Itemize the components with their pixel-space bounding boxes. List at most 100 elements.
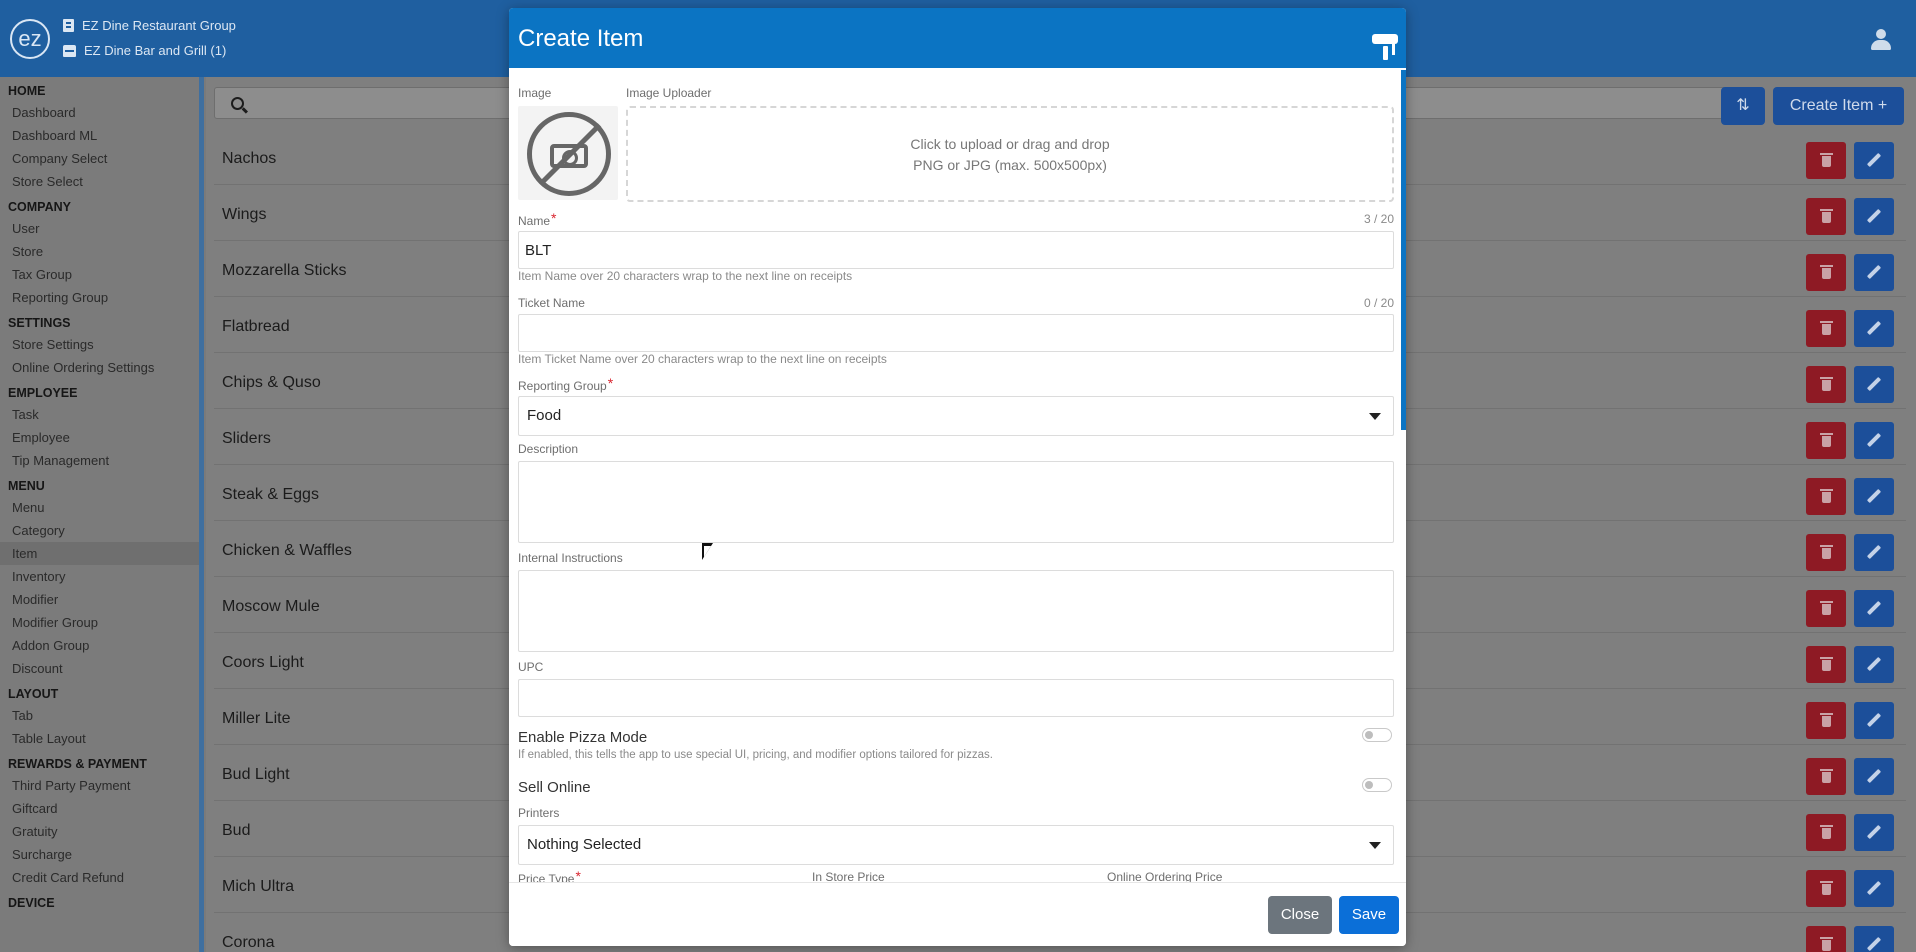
sidebar-item-table-layout[interactable]: Table Layout bbox=[0, 727, 200, 750]
edit-button[interactable] bbox=[1854, 758, 1894, 795]
delete-button[interactable] bbox=[1806, 758, 1846, 795]
sidebar-item-item[interactable]: Item bbox=[0, 542, 200, 565]
edit-button[interactable] bbox=[1854, 870, 1894, 907]
delete-button[interactable] bbox=[1806, 814, 1846, 851]
sidebar-item-tip-management[interactable]: Tip Management bbox=[0, 449, 200, 472]
org-selector[interactable]: EZ Dine Restaurant Group bbox=[63, 18, 236, 33]
delete-button[interactable] bbox=[1806, 254, 1846, 291]
edit-button[interactable] bbox=[1854, 702, 1894, 739]
sidebar-item-tax-group[interactable]: Tax Group bbox=[0, 263, 200, 286]
building-icon bbox=[63, 19, 74, 32]
upc-input[interactable] bbox=[518, 679, 1394, 717]
sidebar-item-task[interactable]: Task bbox=[0, 403, 200, 426]
sidebar-item-dashboard-ml[interactable]: Dashboard ML bbox=[0, 124, 200, 147]
sidebar-item-user[interactable]: User bbox=[0, 217, 200, 240]
delete-button[interactable] bbox=[1806, 366, 1846, 403]
edit-button[interactable] bbox=[1854, 142, 1894, 179]
internal-instructions-textarea[interactable] bbox=[518, 570, 1394, 652]
ez-logo[interactable]: ez bbox=[10, 19, 50, 59]
edit-button[interactable] bbox=[1854, 814, 1894, 851]
sidebar-item-menu[interactable]: Menu bbox=[0, 496, 200, 519]
sidebar-item-discount[interactable]: Discount bbox=[0, 657, 200, 680]
uploader-instructions: Click to upload or drag and drop bbox=[910, 136, 1110, 152]
edit-button[interactable] bbox=[1854, 422, 1894, 459]
sidebar-item-store-settings[interactable]: Store Settings bbox=[0, 333, 200, 356]
required-mark: * bbox=[575, 868, 581, 882]
caret-down-icon bbox=[1369, 413, 1381, 420]
edit-button[interactable] bbox=[1854, 366, 1894, 403]
edit-button[interactable] bbox=[1854, 590, 1894, 627]
delete-button[interactable] bbox=[1806, 926, 1846, 952]
pizza-mode-hint: If enabled, this tells the app to use sp… bbox=[518, 749, 993, 761]
delete-button[interactable] bbox=[1806, 590, 1846, 627]
required-mark: * bbox=[551, 210, 557, 226]
name-hint: Item Name over 20 characters wrap to the… bbox=[518, 269, 853, 283]
sidebar-item-modifier[interactable]: Modifier bbox=[0, 588, 200, 611]
edit-button[interactable] bbox=[1854, 534, 1894, 571]
sidebar-item-category[interactable]: Category bbox=[0, 519, 200, 542]
trash-icon bbox=[1820, 545, 1833, 559]
edit-button[interactable] bbox=[1854, 478, 1894, 515]
delete-button[interactable] bbox=[1806, 702, 1846, 739]
sidebar-item-addon-group[interactable]: Addon Group bbox=[0, 634, 200, 657]
trash-icon bbox=[1820, 209, 1833, 223]
ticket-name-input[interactable] bbox=[518, 314, 1394, 352]
printers-select[interactable]: Nothing Selected bbox=[518, 825, 1394, 865]
name-label: Name* bbox=[518, 210, 557, 228]
sidebar-section-title: REWARDS & PAYMENT bbox=[8, 757, 147, 771]
item-name: Mozzarella Sticks bbox=[222, 262, 347, 279]
user-icon[interactable] bbox=[1870, 29, 1892, 51]
sidebar-item-dashboard[interactable]: Dashboard bbox=[0, 101, 200, 124]
sidebar-item-third-party-payment[interactable]: Third Party Payment bbox=[0, 774, 200, 797]
pencil-icon bbox=[1866, 712, 1882, 728]
close-button[interactable]: Close bbox=[1268, 896, 1332, 934]
org-name: EZ Dine Restaurant Group bbox=[82, 18, 236, 33]
uploader-label: Image Uploader bbox=[626, 86, 712, 100]
image-uploader-dropzone[interactable]: Click to upload or drag and drop PNG or … bbox=[626, 106, 1394, 202]
delete-button[interactable] bbox=[1806, 142, 1846, 179]
sidebar-item-tab[interactable]: Tab bbox=[0, 704, 200, 727]
sidebar-scrollbar[interactable] bbox=[199, 77, 204, 952]
sidebar-item-employee[interactable]: Employee bbox=[0, 426, 200, 449]
trash-icon bbox=[1820, 937, 1833, 951]
name-input[interactable]: BLT bbox=[518, 231, 1394, 269]
edit-button[interactable] bbox=[1854, 254, 1894, 291]
paint-roller-icon[interactable] bbox=[1372, 34, 1400, 60]
pencil-icon bbox=[1866, 824, 1882, 840]
sidebar-item-store-select[interactable]: Store Select bbox=[0, 170, 200, 193]
sell-online-toggle[interactable] bbox=[1362, 778, 1392, 792]
sidebar-item-giftcard[interactable]: Giftcard bbox=[0, 797, 200, 820]
delete-button[interactable] bbox=[1806, 534, 1846, 571]
edit-button[interactable] bbox=[1854, 926, 1894, 952]
edit-button[interactable] bbox=[1854, 310, 1894, 347]
sidebar-item-modifier-group[interactable]: Modifier Group bbox=[0, 611, 200, 634]
description-textarea[interactable] bbox=[518, 461, 1394, 543]
pizza-mode-toggle[interactable] bbox=[1362, 728, 1392, 742]
edit-button[interactable] bbox=[1854, 646, 1894, 683]
delete-button[interactable] bbox=[1806, 646, 1846, 683]
modal-scrollbar[interactable] bbox=[1401, 70, 1406, 430]
sidebar-item-credit-card-refund[interactable]: Credit Card Refund bbox=[0, 866, 200, 889]
sidebar-item-company-select[interactable]: Company Select bbox=[0, 147, 200, 170]
pencil-icon bbox=[1866, 208, 1882, 224]
sidebar-item-gratuity[interactable]: Gratuity bbox=[0, 820, 200, 843]
delete-button[interactable] bbox=[1806, 198, 1846, 235]
sidebar-item-surcharge[interactable]: Surcharge bbox=[0, 843, 200, 866]
sort-button[interactable]: ⇅ bbox=[1721, 87, 1765, 125]
name-label-text: Name bbox=[518, 214, 551, 228]
sidebar-item-reporting-group[interactable]: Reporting Group bbox=[0, 286, 200, 309]
create-item-button[interactable]: Create Item + bbox=[1773, 87, 1904, 125]
sidebar-item-online-ordering-settings[interactable]: Online Ordering Settings bbox=[0, 356, 200, 379]
reporting-group-select[interactable]: Food bbox=[518, 396, 1394, 436]
delete-button[interactable] bbox=[1806, 870, 1846, 907]
save-button[interactable]: Save bbox=[1339, 896, 1399, 934]
sidebar-item-inventory[interactable]: Inventory bbox=[0, 565, 200, 588]
sidebar-item-store[interactable]: Store bbox=[0, 240, 200, 263]
sidebar-section-title: COMPANY bbox=[8, 200, 71, 214]
delete-button[interactable] bbox=[1806, 422, 1846, 459]
store-selector[interactable]: EZ Dine Bar and Grill (1) bbox=[63, 43, 226, 58]
delete-button[interactable] bbox=[1806, 478, 1846, 515]
edit-button[interactable] bbox=[1854, 198, 1894, 235]
pizza-mode-title: Enable Pizza Mode bbox=[518, 729, 648, 746]
delete-button[interactable] bbox=[1806, 310, 1846, 347]
